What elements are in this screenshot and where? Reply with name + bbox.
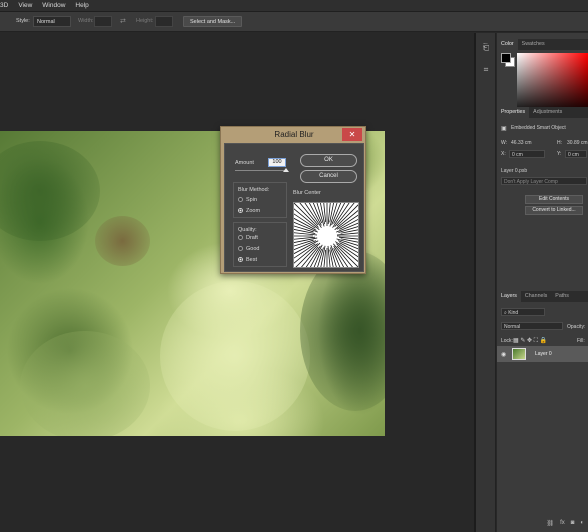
quality-group: Quality: Draft Good Best (233, 222, 287, 267)
tab-paths[interactable]: Paths (551, 291, 573, 302)
layer-comp-select[interactable]: Don't Apply Layer Comp (501, 177, 587, 185)
amount-input[interactable]: 100 (268, 158, 286, 167)
amount-slider-track[interactable] (235, 170, 287, 171)
layer-kind-filter[interactable]: ⌕ Kind (501, 308, 545, 316)
tab-channels[interactable]: Channels (521, 291, 551, 302)
layer-name[interactable]: Layer 0 (535, 351, 552, 357)
y-label: Y: (557, 151, 562, 157)
layer-row[interactable]: ◉ Layer 0 (497, 346, 588, 362)
edit-contents-button[interactable]: Edit Contents (525, 195, 583, 204)
file-name: Layer 0.psb (501, 168, 528, 174)
menu-window[interactable]: Window (42, 2, 65, 9)
options-bar: Style: Normal Width: ⇄ Height: Select an… (0, 12, 588, 32)
foliage-blob (300, 251, 385, 411)
blend-mode-select[interactable]: Normal (501, 322, 563, 330)
h-label: H: (557, 140, 562, 146)
visibility-eye-icon[interactable]: ◉ (501, 351, 506, 358)
leopard-blob (95, 216, 150, 266)
blur-center-label: Blur Center (293, 190, 321, 196)
swap-icon[interactable]: ⇄ (120, 17, 126, 25)
dialog-body: Amount 100 OK Cancel Blur Method: Spin Z… (224, 143, 364, 272)
layer-thumbnail (512, 348, 526, 360)
fill-label: Fill: (577, 338, 585, 344)
kind-label: Kind (508, 310, 519, 316)
menu-3d[interactable]: 3D (0, 2, 8, 9)
blur-center-preview[interactable] (293, 202, 359, 268)
select-and-mask-button[interactable]: Select and Mask... (183, 16, 243, 27)
history-icon[interactable]: ⎗ (479, 43, 493, 55)
draft-label[interactable]: Draft (246, 235, 258, 241)
x-field[interactable]: 0 cm (509, 150, 545, 158)
lock-label: Lock: (501, 338, 513, 344)
tab-swatches[interactable]: Swatches (518, 39, 549, 50)
layers-panel-tabs: Layers Channels Paths (497, 291, 588, 302)
menu-bar: 3D View Window Help (0, 0, 588, 12)
spin-label[interactable]: Spin (246, 197, 257, 203)
mask-icon[interactable]: ◙ (571, 520, 575, 530)
draft-radio[interactable] (238, 235, 243, 240)
tab-properties[interactable]: Properties (497, 107, 530, 118)
adjustment-icon[interactable]: ◐ (580, 520, 584, 530)
best-label[interactable]: Best (246, 257, 257, 263)
foliage-blob (20, 331, 150, 436)
menu-help[interactable]: Help (75, 2, 88, 9)
style-select[interactable]: Normal (33, 16, 71, 27)
right-panels: Color Swatches Properties Adjustments ▣ … (497, 33, 588, 532)
cancel-button[interactable]: Cancel (300, 170, 357, 183)
good-radio[interactable] (238, 246, 243, 251)
layers-footer: ⛓ fx ◙ ◐ (497, 520, 588, 530)
tab-color[interactable]: Color (497, 39, 518, 50)
panel-dock-icons: ⎗ ⌗ (476, 33, 496, 532)
spin-radio[interactable] (238, 197, 243, 202)
opacity-label: Opacity: (567, 324, 586, 330)
smart-object-label: Embedded Smart Object (511, 125, 566, 131)
radial-blur-dialog: Radial Blur ✕ Amount 100 OK Cancel Blur … (220, 126, 366, 274)
color-panel-tabs: Color Swatches (497, 39, 588, 50)
ok-button[interactable]: OK (300, 154, 357, 167)
zoom-radio[interactable] (238, 208, 243, 213)
width-field[interactable] (94, 16, 112, 27)
foliage-blob (0, 141, 100, 241)
height-field[interactable] (155, 16, 173, 27)
foreground-color-swatch[interactable] (501, 53, 511, 63)
width-label: Width: (78, 18, 94, 24)
x-label: X: (501, 151, 506, 157)
convert-linked-button[interactable]: Convert to Linked... (525, 206, 583, 215)
blur-method-group: Blur Method: Spin Zoom (233, 182, 287, 218)
best-radio[interactable] (238, 257, 243, 262)
smart-object-icon: ▣ (501, 126, 507, 132)
lock-icons[interactable]: ▦ ✎ ✥ ⛶ 🔒 (513, 337, 547, 345)
properties-icon[interactable]: ⌗ (479, 65, 493, 77)
amount-label: Amount (235, 160, 254, 166)
blur-method-label: Blur Method: (238, 187, 270, 193)
menu-view[interactable]: View (18, 2, 32, 9)
quality-label: Quality: (238, 227, 257, 233)
fx-icon[interactable]: fx (560, 520, 565, 530)
amount-slider-thumb[interactable] (283, 168, 289, 172)
tab-adjustments[interactable]: Adjustments (529, 107, 566, 118)
properties-panel-tabs: Properties Adjustments (497, 107, 588, 118)
zoom-lines-graphic (294, 203, 358, 267)
close-icon[interactable]: ✕ (342, 128, 362, 141)
good-label[interactable]: Good (246, 246, 259, 252)
bright-blob (160, 281, 310, 431)
h-value[interactable]: 30.89 cm (567, 140, 588, 146)
link-icon[interactable]: ⛓ (546, 520, 554, 530)
color-picker-field[interactable] (517, 53, 588, 115)
height-label: Height: (136, 18, 154, 24)
style-label: Style: (16, 18, 30, 24)
zoom-label[interactable]: Zoom (246, 208, 260, 214)
y-field[interactable]: 0 cm (565, 150, 587, 158)
w-value[interactable]: 46.33 cm (511, 140, 532, 146)
w-label: W: (501, 140, 508, 146)
tab-layers[interactable]: Layers (497, 291, 521, 302)
